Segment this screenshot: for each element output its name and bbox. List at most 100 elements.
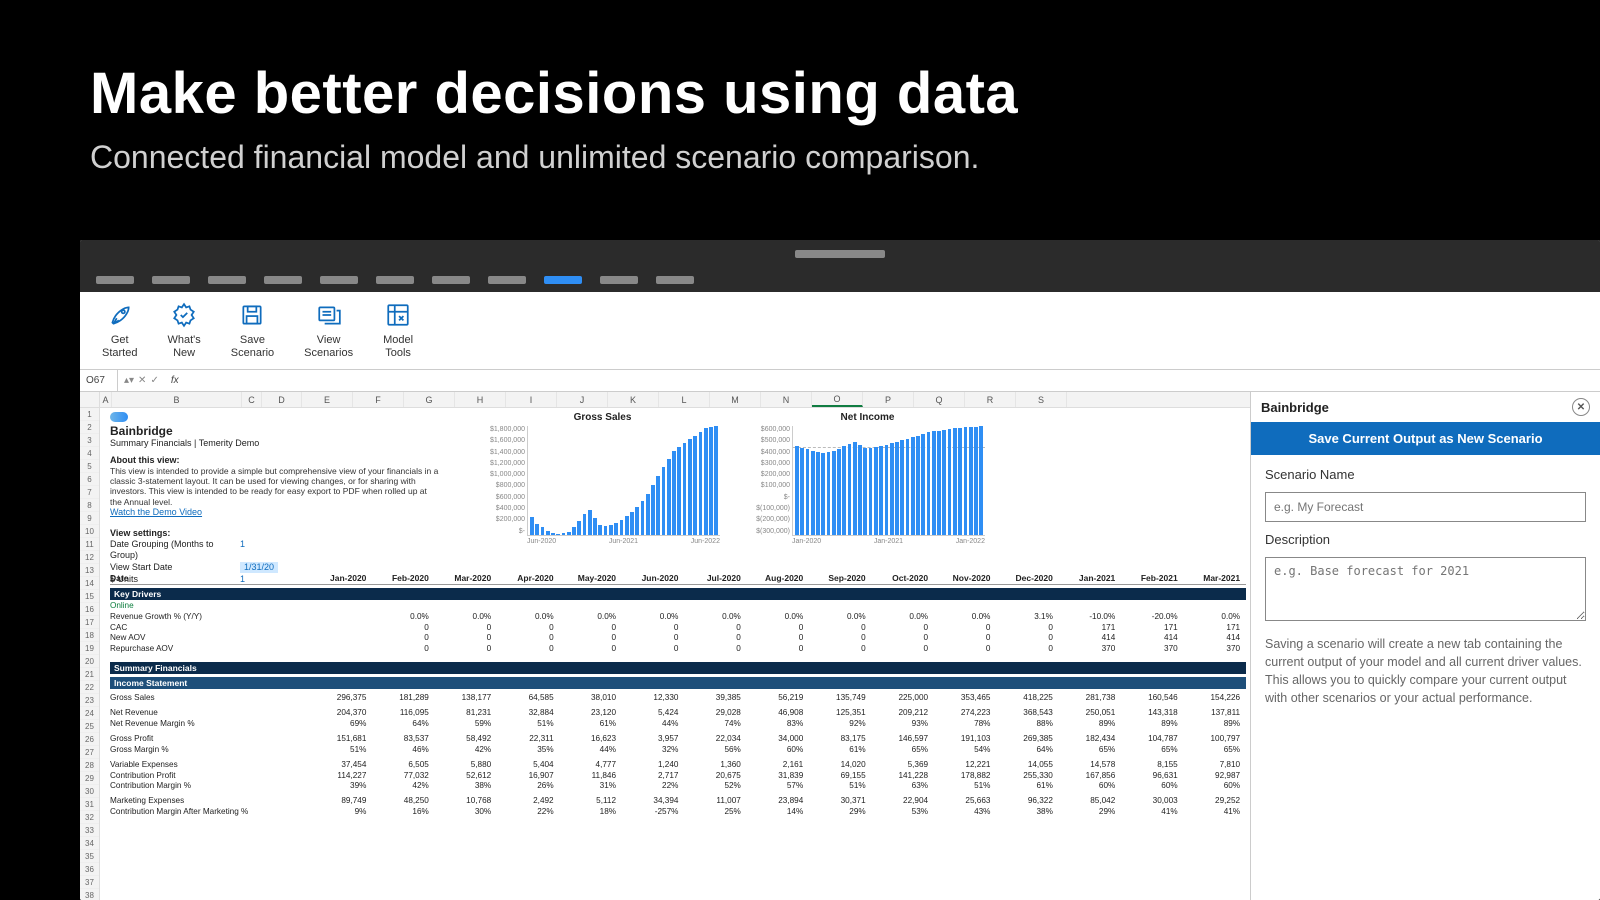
- scenarios-icon: [316, 302, 342, 328]
- col-header[interactable]: C: [242, 392, 262, 407]
- chrome-tab[interactable]: [600, 276, 638, 284]
- row-contribution-profit: Contribution Profit114,22777,03252,61216…: [110, 770, 1246, 781]
- window-title-placeholder: [795, 250, 885, 258]
- col-header[interactable]: B: [112, 392, 242, 407]
- rocket-icon: [107, 302, 133, 328]
- description-label: Description: [1265, 532, 1586, 547]
- chrome-tab[interactable]: [152, 276, 190, 284]
- row-repurchase-aov: Repurchase AOV00000000000370370370: [110, 644, 1246, 655]
- table-header: DateJan-2020Feb-2020Mar-2020Apr-2020May-…: [110, 573, 1246, 585]
- chrome-tab[interactable]: [432, 276, 470, 284]
- ribbon-label: View Scenarios: [304, 334, 353, 358]
- col-header[interactable]: Q: [914, 392, 965, 407]
- fx-cancel-icon[interactable]: ✕: [138, 375, 146, 386]
- chart-title: Net Income: [750, 412, 985, 424]
- setting-key: Date Grouping (Months to Group): [110, 539, 240, 561]
- col-header[interactable]: L: [659, 392, 710, 407]
- column-headers: ABCDEFGHIJKLMNOPQRS: [80, 392, 1250, 408]
- ribbon-label: Save Scenario: [231, 334, 274, 358]
- financials-table: DateJan-2020Feb-2020Mar-2020Apr-2020May-…: [110, 573, 1246, 817]
- section-online: Online: [110, 600, 1246, 611]
- col-header[interactable]: M: [710, 392, 761, 407]
- ribbon: Get Started What's New Save Scenario Vie…: [80, 292, 1600, 370]
- col-header[interactable]: E: [302, 392, 353, 407]
- row-cac: CAC00000000000171171171: [110, 622, 1246, 633]
- row-numbers: 1234567891011121314151617181920212223242…: [80, 408, 100, 900]
- col-header[interactable]: I: [506, 392, 557, 407]
- side-panel: Bainbridge ✕ Save Current Output as New …: [1250, 392, 1600, 900]
- save-scenario-button[interactable]: Save Current Output as New Scenario: [1251, 422, 1600, 455]
- scenario-help-text: Saving a scenario will create a new tab …: [1265, 631, 1586, 708]
- chrome-tab[interactable]: [208, 276, 246, 284]
- save-icon: [239, 302, 265, 328]
- col-header[interactable]: K: [608, 392, 659, 407]
- ribbon-model-tools[interactable]: Model Tools: [383, 302, 413, 358]
- section-summary: Summary Financials: [110, 662, 1246, 674]
- section-income: Income Statement: [110, 677, 1246, 689]
- badge-icon: [171, 302, 197, 328]
- col-header[interactable]: R: [965, 392, 1016, 407]
- col-header[interactable]: O: [812, 392, 863, 407]
- name-box[interactable]: O67: [80, 370, 118, 391]
- row-contribution-margin: Contribution Margin %39%42%38%26%31%22%5…: [110, 781, 1246, 792]
- chart-title: Gross Sales: [485, 412, 720, 424]
- row-revenue-growth: Revenue Growth % (Y/Y)0.0%0.0%0.0%0.0%0.…: [110, 611, 1246, 622]
- description-input[interactable]: [1265, 557, 1586, 621]
- row-variable-expenses: Variable Expenses37,4546,5055,8805,4044,…: [110, 759, 1246, 770]
- row-marketing-expenses: Marketing Expenses89,74948,25010,7682,49…: [110, 796, 1246, 807]
- net-income-chart: Net Income$600,000$500,000$400,000$300,0…: [750, 412, 985, 546]
- hero-subtitle: Connected financial model and unlimited …: [90, 139, 1510, 176]
- sheet-content: Bainbridge Summary Financials | Temerity…: [100, 408, 1250, 900]
- spreadsheet[interactable]: ABCDEFGHIJKLMNOPQRS 12345678910111213141…: [80, 392, 1250, 900]
- row-new-aov: New AOV00000000000414414414: [110, 633, 1246, 644]
- row-contribution-after-marketing: Contribution Margin After Marketing %9%1…: [110, 807, 1246, 818]
- ribbon-label: What's New: [167, 334, 200, 358]
- chrome-tab-active[interactable]: [544, 276, 582, 284]
- window-tabbar: [80, 268, 1600, 292]
- section-key-drivers: Key Drivers: [110, 588, 1246, 600]
- row-gross-margin: Gross Margin %51%46%42%35%44%32%56%60%61…: [110, 744, 1246, 755]
- col-header[interactable]: J: [557, 392, 608, 407]
- col-header[interactable]: H: [455, 392, 506, 407]
- col-header[interactable]: N: [761, 392, 812, 407]
- hero-title: Make better decisions using data: [90, 60, 1510, 127]
- ribbon-view-scenarios[interactable]: View Scenarios: [304, 302, 353, 358]
- app-window: Get Started What's New Save Scenario Vie…: [80, 240, 1600, 900]
- ribbon-whats-new[interactable]: What's New: [167, 302, 200, 358]
- ribbon-label: Model Tools: [383, 334, 413, 358]
- gross-sales-chart: Gross Sales$1,800,000$1,600,000$1,400,00…: [485, 412, 720, 546]
- row-gross-profit: Gross Profit151,68183,53758,49222,31116,…: [110, 734, 1246, 745]
- chrome-tab[interactable]: [96, 276, 134, 284]
- formula-bar: O67 ▴▾ ✕ ✓ fx: [80, 370, 1600, 392]
- chrome-tab[interactable]: [656, 276, 694, 284]
- side-panel-title: Bainbridge: [1261, 400, 1329, 415]
- col-header[interactable]: G: [404, 392, 455, 407]
- fx-stepper-icon[interactable]: ▴▾: [124, 375, 134, 386]
- chrome-tab[interactable]: [320, 276, 358, 284]
- ribbon-save-scenario[interactable]: Save Scenario: [231, 302, 274, 358]
- about-body: This view is intended to provide a simpl…: [110, 466, 440, 507]
- fx-label: fx: [165, 375, 179, 386]
- chrome-tab[interactable]: [264, 276, 302, 284]
- window-titlebar: [80, 240, 1600, 268]
- scenario-name-label: Scenario Name: [1265, 467, 1586, 482]
- tools-icon: [385, 302, 411, 328]
- col-header[interactable]: F: [353, 392, 404, 407]
- chrome-tab[interactable]: [376, 276, 414, 284]
- ribbon-get-started[interactable]: Get Started: [102, 302, 137, 358]
- col-header[interactable]: S: [1016, 392, 1067, 407]
- scenario-name-input[interactable]: [1265, 492, 1586, 522]
- chrome-tab[interactable]: [488, 276, 526, 284]
- close-icon[interactable]: ✕: [1572, 398, 1590, 416]
- col-header[interactable]: D: [262, 392, 302, 407]
- setting-value[interactable]: 1/31/20: [240, 562, 278, 573]
- setting-value[interactable]: 1: [240, 539, 245, 561]
- fx-confirm-icon[interactable]: ✓: [150, 375, 158, 386]
- ribbon-label: Get Started: [102, 334, 137, 358]
- row-net-revenue-margin: Net Revenue Margin %69%64%59%51%61%44%74…: [110, 719, 1246, 730]
- setting-key: View Start Date: [110, 562, 240, 573]
- row-net-revenue: Net Revenue204,370116,09581,23132,88423,…: [110, 708, 1246, 719]
- col-header[interactable]: P: [863, 392, 914, 407]
- company-logo-icon: [110, 412, 128, 422]
- col-header[interactable]: A: [100, 392, 112, 407]
